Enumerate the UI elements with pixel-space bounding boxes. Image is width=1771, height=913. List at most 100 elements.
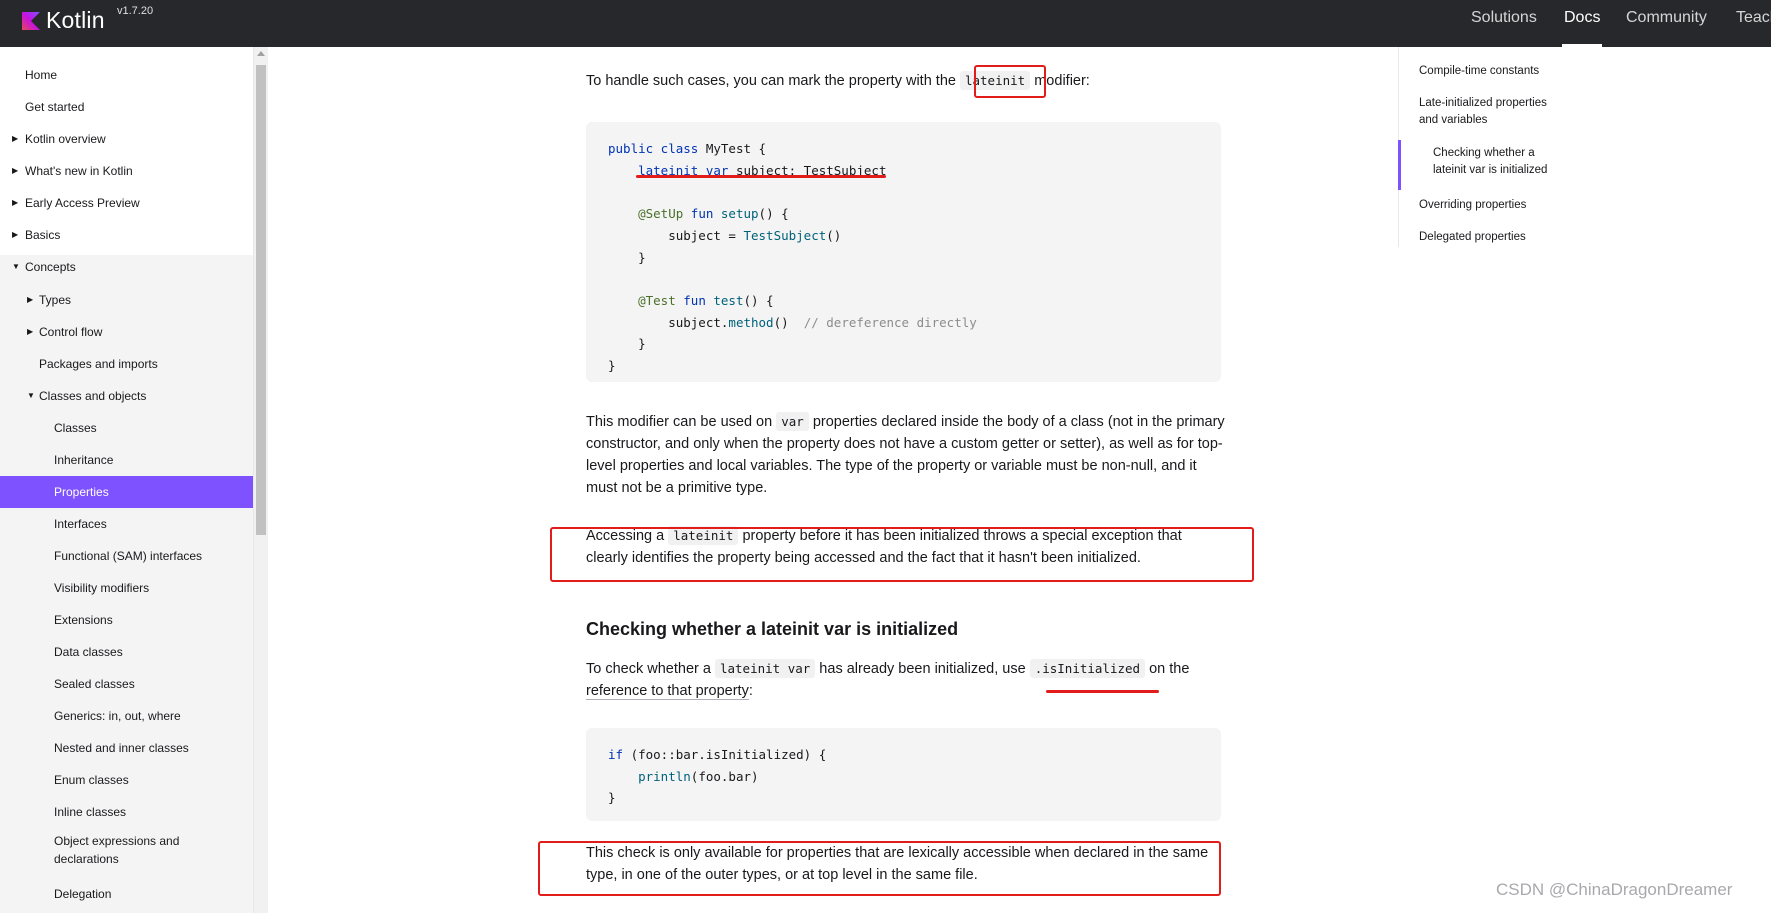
paragraph-lateinit-intro: To handle such cases, you can mark the p…	[586, 71, 1090, 90]
watermark: CSDN @ChinaDragonDreamer	[1496, 880, 1733, 899]
sidebar-item-label: Early Access Preview	[25, 196, 140, 210]
nav-docs[interactable]: Docs	[1561, 0, 1603, 47]
sidebar-item-label: Nested and inner classes	[54, 741, 189, 755]
sidebar-item-get-started[interactable]: Get started	[0, 91, 253, 123]
sidebar-item-label: Properties	[54, 485, 109, 499]
toc-item[interactable]: Late-initialized properties and variable…	[1419, 95, 1569, 129]
sidebar-item-kotlin-overview[interactable]: ▶ Kotlin overview	[0, 123, 253, 155]
code-line: @Test fun test() {	[638, 292, 774, 308]
code-line: subject = TestSubject()	[608, 227, 842, 243]
sidebar-item-label: Delegation	[54, 887, 112, 901]
sidebar-item-sealed-classes[interactable]: Sealed classes	[0, 668, 253, 700]
sidebar-item-inheritance[interactable]: Inheritance	[0, 444, 253, 476]
caret-right-icon[interactable]: ▶	[27, 284, 33, 316]
sidebar-item-data-classes[interactable]: Data classes	[0, 636, 253, 668]
inline-code-lateinit-var: lateinit var	[714, 659, 816, 678]
sidebar-item-label: Classes	[54, 421, 97, 435]
annotation-box-lateinit	[974, 65, 1046, 98]
nav-solutions[interactable]: Solutions	[1470, 0, 1538, 36]
code-line: }	[608, 790, 616, 806]
sidebar-item-basics[interactable]: ▶ Basics	[0, 219, 253, 251]
caret-right-icon[interactable]: ▶	[12, 123, 18, 155]
caret-down-icon[interactable]: ▼	[12, 251, 20, 283]
sidebar-item-label: Kotlin overview	[25, 132, 106, 146]
sidebar-item-label: Generics: in, out, where	[54, 709, 181, 723]
toc-item[interactable]: Checking whether a lateinit var is initi…	[1433, 145, 1563, 179]
sidebar-item-object-expressions-and-declarations[interactable]: Object expressions and declarations	[0, 828, 253, 872]
sidebar-item-label: Types	[39, 293, 72, 307]
code-line: println(foo.bar)	[638, 768, 759, 784]
scrollbar-thumb[interactable]	[256, 65, 266, 535]
paragraph-modifier-usage: This modifier can be used on var propert…	[586, 412, 1225, 496]
code-line: subject.method() // dereference directly	[608, 314, 977, 330]
sidebar-item-label: Packages and imports	[39, 357, 158, 371]
table-of-contents: Compile-time constants Late-initialized p…	[1398, 47, 1618, 247]
caret-right-icon[interactable]: ▶	[27, 316, 33, 348]
code-line: }	[608, 358, 616, 374]
toc-item[interactable]: Overriding properties	[1419, 197, 1569, 214]
annotation-underline-isinitialized	[1046, 690, 1159, 693]
sidebar-item-label: Get started	[25, 100, 85, 114]
sidebar-item-types[interactable]: ▶ Types	[0, 284, 253, 316]
kotlin-logo-icon	[22, 11, 40, 30]
annotation-box-access-exception	[550, 527, 1254, 582]
inline-code-var: var	[776, 412, 809, 431]
annotation-box-check-availability	[538, 841, 1221, 896]
code-line: }	[608, 249, 646, 265]
sidebar-item-classes[interactable]: Classes	[0, 412, 253, 444]
sidebar-item-generics-in-out-where[interactable]: Generics: in, out, where	[0, 700, 253, 732]
sidebar-item-inline-classes[interactable]: Inline classes	[0, 796, 253, 828]
sidebar-item-concepts[interactable]: ▼ Concepts	[0, 251, 253, 283]
nav-teach[interactable]: Teach	[1735, 0, 1771, 36]
sidebar-item-label: Basics	[25, 228, 61, 242]
sidebar-item-classes-and-objects[interactable]: ▼ Classes and objects	[0, 380, 253, 412]
scroll-up-arrow-icon[interactable]	[257, 51, 265, 56]
docs-sidebar: Home Get started ▶ Kotlin overview ▶ What's n…	[0, 47, 254, 913]
caret-right-icon[interactable]: ▶	[12, 187, 18, 219]
sidebar-item-interfaces[interactable]: Interfaces	[0, 508, 253, 540]
sidebar-item-control-flow[interactable]: ▶ Control flow	[0, 316, 253, 348]
top-navigation-bar: Kotlin v1.7.20 Solutions Docs Community Tea…	[0, 0, 1771, 47]
sidebar-item-label: Classes and objects	[39, 389, 147, 403]
sidebar-item-label: Object expressions and declarations	[54, 834, 180, 866]
caret-right-icon[interactable]: ▶	[12, 155, 18, 187]
sidebar-item-label: Control flow	[39, 325, 103, 339]
code-line: }	[608, 336, 646, 352]
code-line: lateinit var subject: TestSubject	[638, 162, 887, 178]
sidebar-item-label: Visibility modifiers	[54, 581, 150, 595]
sidebar-scrollbar[interactable]	[254, 47, 268, 913]
sidebar-item-label: Sealed classes	[54, 677, 135, 691]
toc-active-indicator	[1398, 140, 1401, 190]
caret-right-icon[interactable]: ▶	[12, 219, 18, 251]
caret-down-icon[interactable]: ▼	[27, 380, 35, 412]
sidebar-item-extensions[interactable]: Extensions	[0, 604, 253, 636]
code-line: public class MyTest {	[608, 141, 767, 156]
code-block-mytest[interactable]: public class MyTest { lateinit var subje…	[586, 122, 1221, 382]
sidebar-item-label: Extensions	[54, 613, 113, 627]
sidebar-item-label: Interfaces	[54, 517, 107, 531]
version-label: v1.7.20	[117, 5, 154, 17]
toc-item[interactable]: Delegated properties	[1419, 229, 1569, 246]
sidebar-item-properties[interactable]: Properties	[0, 476, 253, 508]
sidebar-item-label: Inheritance	[54, 453, 114, 467]
sidebar-item-packages-and-imports[interactable]: Packages and imports	[0, 348, 253, 380]
nav-community[interactable]: Community	[1625, 0, 1708, 36]
sidebar-item-nested-and-inner-classes[interactable]: Nested and inner classes	[0, 732, 253, 764]
sidebar-item-enum-classes[interactable]: Enum classes	[0, 764, 253, 796]
sidebar-item-label: What's new in Kotlin	[25, 164, 133, 178]
sidebar-item-delegation[interactable]: Delegation	[0, 878, 253, 910]
sidebar-item-label: Enum classes	[54, 773, 129, 787]
sidebar-item-what-s-new-in-kotlin[interactable]: ▶ What's new in Kotlin	[0, 155, 253, 187]
toc-item[interactable]: Compile-time constants	[1419, 63, 1569, 80]
sidebar-item-functional-sam-interfaces[interactable]: Functional (SAM) interfaces	[0, 540, 253, 572]
sidebar-item-label: Data classes	[54, 645, 123, 659]
code-block-isinitialized[interactable]: if (foo::bar.isInitialized) { println(fo…	[586, 728, 1221, 821]
link-reference-to-property[interactable]: reference to that property	[586, 683, 749, 700]
sidebar-item-visibility-modifiers[interactable]: Visibility modifiers	[0, 572, 253, 604]
paragraph-check-initialized: To check whether a lateinit var has alre…	[586, 659, 1190, 700]
inline-code-isinitialized: .isInitialized	[1029, 659, 1146, 678]
kotlin-logo[interactable]: Kotlin	[22, 7, 105, 34]
sidebar-item-home[interactable]: Home	[0, 59, 253, 91]
sidebar-item-early-access-preview[interactable]: ▶ Early Access Preview	[0, 187, 253, 219]
